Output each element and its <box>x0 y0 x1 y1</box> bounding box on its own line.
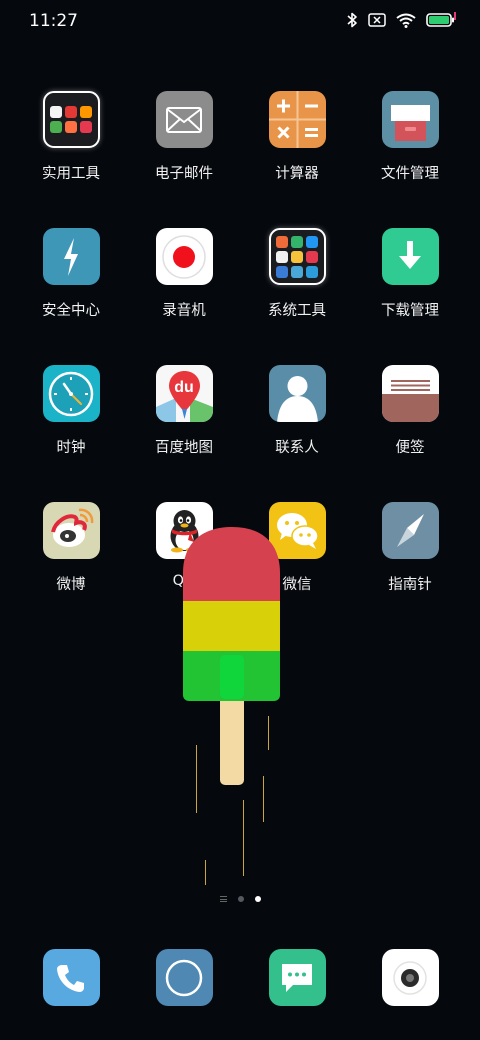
battery-icon <box>426 12 456 28</box>
app-label: 微博 <box>56 577 86 593</box>
notes-icon <box>381 365 439 422</box>
status-time: 11:27 <box>29 11 78 31</box>
calculator-icon <box>268 91 326 148</box>
wallpaper-streak <box>205 860 206 885</box>
download-icon <box>381 228 439 285</box>
person-icon <box>268 365 326 422</box>
page-dot-active[interactable] <box>254 896 261 902</box>
app-label: 时钟 <box>56 440 86 456</box>
dock-phone[interactable] <box>16 949 126 1006</box>
app-baidu-map[interactable]: du 百度地图 <box>129 365 239 457</box>
wallpaper-streak <box>263 776 264 822</box>
penguin-icon <box>155 502 213 559</box>
app-recorder[interactable]: 录音机 <box>129 228 239 320</box>
app-compass[interactable]: 指南针 <box>355 502 465 594</box>
app-file-manager[interactable]: 文件管理 <box>355 91 465 183</box>
app-label: 联系人 <box>275 440 319 456</box>
dock-camera[interactable] <box>355 949 465 1006</box>
app-label: 微信 <box>282 577 312 593</box>
wallpaper-streak <box>268 716 269 750</box>
page-indicator[interactable] <box>0 896 480 902</box>
app-label: 指南针 <box>388 577 432 593</box>
chat-bubbles-icon <box>268 502 326 559</box>
status-icons <box>346 12 456 28</box>
app-label: 便签 <box>395 440 425 456</box>
app-notes[interactable]: 便签 <box>355 365 465 457</box>
record-icon <box>155 228 213 285</box>
app-calculator[interactable]: 计算器 <box>242 91 352 183</box>
app-label: 计算器 <box>275 166 319 182</box>
app-label: 电子邮件 <box>155 166 213 182</box>
app-label: QQ <box>172 573 196 589</box>
app-clock[interactable]: 时钟 <box>16 365 126 457</box>
app-label: 下载管理 <box>381 303 439 319</box>
file-manager-icon <box>381 91 439 148</box>
app-qq[interactable]: QQ <box>129 502 239 589</box>
map-pin-icon: du <box>155 365 213 422</box>
page-dot[interactable] <box>237 896 244 902</box>
dock-messages[interactable] <box>242 949 352 1006</box>
wifi-icon <box>396 13 416 28</box>
app-label: 实用工具 <box>42 166 100 182</box>
app-label: 文件管理 <box>381 166 439 182</box>
lightning-icon <box>42 228 100 285</box>
app-label: 安全中心 <box>42 303 100 319</box>
app-utilities[interactable]: 实用工具 <box>16 91 126 183</box>
camera-icon <box>381 949 439 1006</box>
wallpaper-streak <box>196 745 197 813</box>
app-contacts[interactable]: 联系人 <box>242 365 352 457</box>
app-weibo[interactable]: 微博 <box>16 502 126 594</box>
circle-icon <box>155 949 213 1006</box>
app-label: 百度地图 <box>155 440 213 456</box>
folder-icon <box>268 228 326 285</box>
status-bar: 11:27 <box>0 0 480 44</box>
weibo-icon <box>42 502 100 559</box>
app-email[interactable]: 电子邮件 <box>129 91 239 183</box>
all-pages-icon[interactable] <box>219 896 227 902</box>
phone-icon <box>42 949 100 1006</box>
app-download-manager[interactable]: 下载管理 <box>355 228 465 320</box>
bluetooth-icon <box>346 12 358 28</box>
no-sim-icon <box>368 13 386 27</box>
message-icon <box>268 949 326 1006</box>
folder-icon <box>42 91 100 148</box>
wallpaper-streak <box>243 800 244 876</box>
app-security-center[interactable]: 安全中心 <box>16 228 126 320</box>
clock-icon <box>42 365 100 422</box>
app-system-tools[interactable]: 系统工具 <box>242 228 352 320</box>
compass-icon <box>381 502 439 559</box>
app-label: 录音机 <box>162 303 206 319</box>
app-label: 系统工具 <box>268 303 326 319</box>
map-logo-text: du <box>174 379 194 396</box>
app-wechat[interactable]: 微信 <box>242 502 352 594</box>
envelope-icon <box>155 91 213 148</box>
dock-browser[interactable] <box>129 949 239 1006</box>
